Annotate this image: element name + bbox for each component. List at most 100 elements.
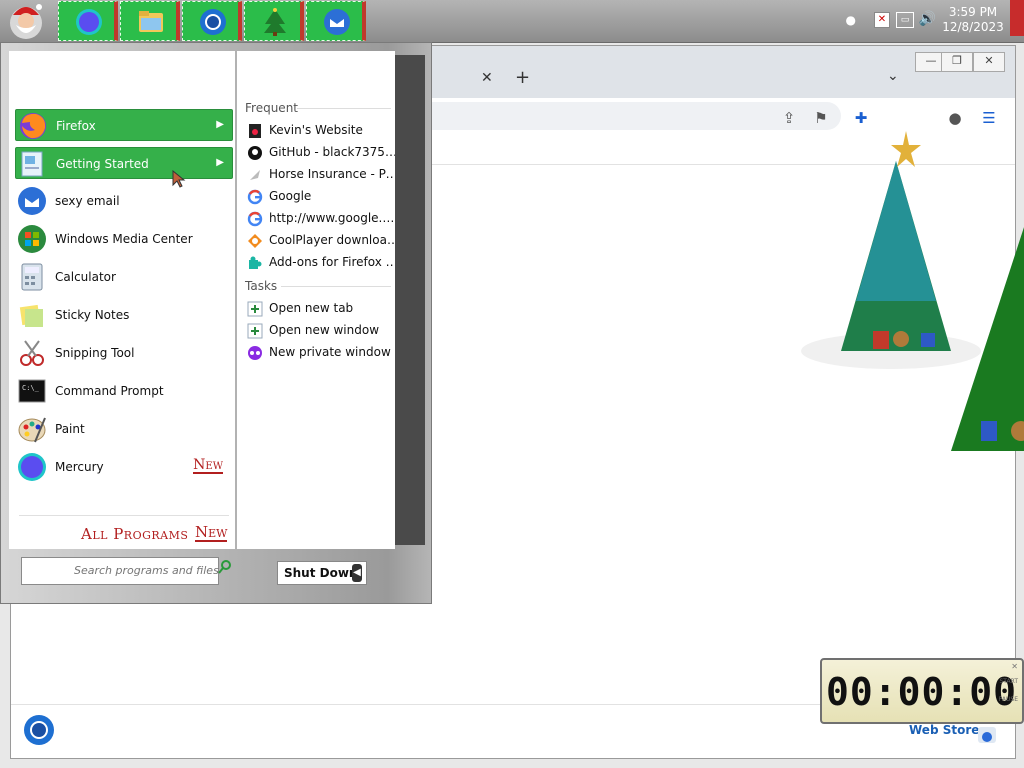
divider: [19, 515, 229, 516]
web-store-icon[interactable]: [977, 726, 997, 744]
plus-icon: [247, 301, 263, 317]
jumplist-item[interactable]: Kevin's Website: [245, 121, 395, 141]
jumplist-item[interactable]: http://www.google.co...: [245, 209, 399, 229]
task-item[interactable]: Open new tab: [245, 299, 395, 319]
jumplist-item[interactable]: CoolPlayer download | ...: [245, 231, 399, 251]
maximize-button[interactable]: ❐: [941, 52, 973, 72]
program-windows-media-center[interactable]: Windows Media Center: [15, 223, 233, 255]
shutdown-label: Shut Down: [284, 566, 358, 580]
timer-pause-button[interactable]: PAUSE: [999, 696, 1018, 703]
taskbar: ● ✕ ▭ 🔊 3:59 PM 12/8/2023: [0, 0, 1024, 43]
private-mask-icon: [248, 346, 262, 360]
search-box[interactable]: [21, 557, 234, 585]
clock-date: 12/8/2023: [942, 20, 1004, 34]
clock[interactable]: 3:59 PM 12/8/2023: [942, 5, 1004, 35]
action-center-icon[interactable]: ✕: [874, 12, 890, 28]
program-sticky-notes[interactable]: Sticky Notes: [15, 299, 233, 331]
search-icon[interactable]: [217, 559, 233, 575]
program-getting-started[interactable]: Getting Started ▶: [15, 147, 233, 179]
timer-display: 00:00:00: [826, 670, 1018, 714]
program-mercury[interactable]: Mercury New: [15, 451, 233, 483]
taskbar-mail[interactable]: [306, 1, 366, 41]
sticky-notes-icon: [19, 304, 43, 327]
program-label: Sticky Notes: [55, 308, 130, 322]
search-input[interactable]: [70, 558, 234, 582]
command-prompt-icon: C:\_: [18, 379, 46, 403]
countdown-timer-widget: ✕ 00:00:00 START PAUSE: [820, 658, 1024, 724]
mercury-icon: [76, 9, 102, 35]
download-site-icon: [248, 234, 262, 248]
submenu-arrow-icon: ▶: [216, 119, 224, 130]
web-store-link[interactable]: Web Store: [909, 723, 979, 737]
divider: [281, 286, 391, 287]
jumplist-item-label: CoolPlayer download | ...: [269, 233, 399, 247]
shutdown-options-arrow-icon[interactable]: ◀: [352, 564, 362, 582]
google-icon: [247, 211, 263, 227]
jumplist-item-label: Google: [269, 189, 312, 203]
taskbar-mercury[interactable]: [58, 1, 118, 41]
shutdown-button[interactable]: Shut Down ◀: [277, 561, 367, 585]
browser-icon: [200, 9, 226, 35]
tab-list-icon[interactable]: ⌄: [887, 68, 899, 84]
scissors-icon: [20, 340, 44, 366]
program-sexy-email[interactable]: sexy email: [15, 185, 233, 217]
github-icon: [248, 146, 262, 160]
jumplist-item-label: http://www.google.co...: [269, 211, 399, 225]
share-icon[interactable]: ⇪: [779, 108, 799, 128]
new-tab-button[interactable]: +: [515, 67, 530, 88]
volume-icon[interactable]: 🔊: [919, 11, 936, 27]
new-badge: New: [193, 457, 223, 474]
rocket-icon: [250, 170, 260, 180]
jumplist-item-label: Horse Insurance - Pick ...: [269, 167, 399, 181]
jumplist-item-label: GitHub - black7375/Fir...: [269, 145, 399, 159]
program-label: Calculator: [55, 270, 116, 284]
program-label: Paint: [55, 422, 85, 436]
network-icon[interactable]: ▭: [896, 12, 914, 28]
mouse-cursor-icon: [172, 170, 186, 188]
thunderbird-icon: [18, 187, 46, 215]
folder-icon: [139, 11, 163, 32]
task-item[interactable]: New private window: [245, 343, 395, 363]
jumplist-item[interactable]: Google: [245, 187, 395, 207]
jumplist-item[interactable]: GitHub - black7375/Fir...: [245, 143, 399, 163]
start-menu: Firefox ▶ Getting Started ▶ sexy email W…: [0, 42, 432, 604]
website-favicon-icon: [249, 124, 261, 138]
tree-icon: [264, 8, 286, 36]
taskbar-tree[interactable]: [244, 1, 304, 41]
program-label: Snipping Tool: [55, 346, 135, 360]
google-icon: [247, 189, 263, 205]
divider: [297, 108, 391, 109]
jumplist-item[interactable]: Horse Insurance - Pick ...: [245, 165, 399, 185]
program-firefox[interactable]: Firefox ▶: [15, 109, 233, 141]
program-calculator[interactable]: Calculator: [15, 261, 233, 293]
browser-logo-icon[interactable]: [23, 714, 55, 746]
taskbar-file-explorer[interactable]: [120, 1, 180, 41]
jumplist-item[interactable]: Add-ons for Firefox (en...: [245, 253, 399, 273]
tab-close-icon[interactable]: ✕: [481, 70, 495, 86]
task-item[interactable]: Open new window: [245, 321, 395, 341]
all-programs-button[interactable]: All Programs: [81, 525, 188, 543]
timer-start-button[interactable]: START: [999, 678, 1018, 685]
program-command-prompt[interactable]: C:\_ Command Prompt: [15, 375, 233, 407]
tray-dot-icon[interactable]: ●: [846, 13, 856, 27]
christmas-trees-decoration: [801, 131, 1024, 451]
show-desktop-button[interactable]: [1010, 0, 1024, 36]
jumplist-frequent-header: Frequent: [245, 101, 298, 115]
submenu-arrow-icon: ▶: [216, 157, 224, 168]
jumplist-pane: Frequent Kevin's Website GitHub - black7…: [237, 51, 399, 549]
jumplist-item-label: Add-ons for Firefox (en...: [269, 255, 399, 269]
mail-icon: [324, 9, 350, 35]
menu-side-panel: [395, 55, 425, 545]
mercury-icon: [18, 453, 46, 481]
start-button[interactable]: [5, 1, 47, 41]
getting-started-icon: [21, 151, 43, 177]
program-label: Getting Started: [56, 157, 149, 171]
program-snipping-tool[interactable]: Snipping Tool: [15, 337, 233, 369]
calculator-icon: [21, 263, 43, 291]
jumplist-item-label: Kevin's Website: [269, 123, 363, 137]
program-paint[interactable]: Paint: [15, 413, 233, 445]
close-window-button[interactable]: ✕: [973, 52, 1005, 72]
program-label: Mercury: [55, 460, 104, 474]
taskbar-browser[interactable]: [182, 1, 242, 41]
firefox-icon: [20, 113, 46, 139]
